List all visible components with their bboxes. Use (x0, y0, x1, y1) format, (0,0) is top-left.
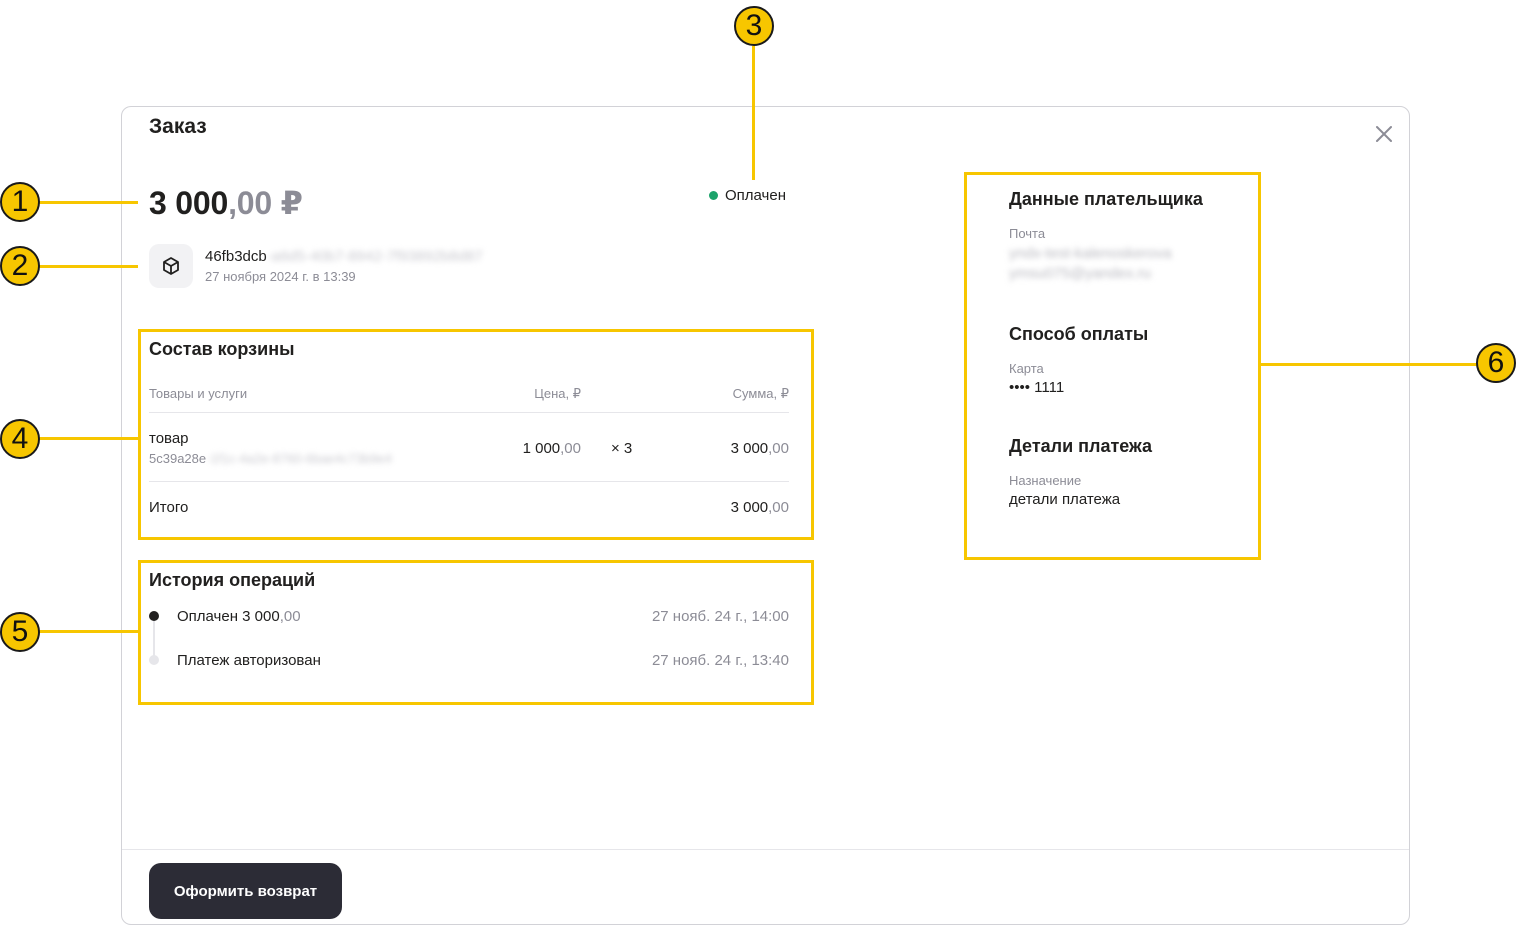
timeline-dot-icon (149, 611, 159, 621)
modal-title: Заказ (149, 115, 207, 138)
callout-line-6 (1261, 363, 1477, 366)
order-id[interactable]: 46fb3dcb-a6d5-40b7-8942-7f93892b8d87 (205, 248, 483, 265)
status-dot-icon (709, 191, 718, 200)
callout-line-3 (752, 46, 755, 180)
callout-line-4 (38, 437, 138, 440)
callout-badge-4: 4 (0, 419, 40, 459)
status-label: Оплачен (725, 187, 786, 204)
order-date: 27 ноября 2024 г. в 13:39 (205, 269, 356, 284)
refund-button[interactable]: Оформить возврат (149, 863, 342, 919)
highlight-cart (138, 329, 814, 540)
order-icon-box (149, 244, 193, 288)
order-info: 46fb3dcb-a6d5-40b7-8942-7f93892b8d87 27 … (149, 244, 483, 288)
amount-whole: 3 000 (149, 185, 229, 221)
timeline-dot-icon (149, 655, 159, 665)
status-badge: Оплачен (709, 187, 786, 204)
close-icon (1376, 126, 1392, 142)
callout-badge-6: 6 (1476, 343, 1516, 383)
callout-badge-5: 5 (0, 612, 40, 652)
callout-line-2 (38, 265, 138, 268)
amount-fraction: ,00 ₽ (228, 185, 303, 221)
highlight-history (138, 560, 814, 705)
callout-badge-2: 2 (0, 246, 40, 286)
order-amount: 3 000,00 ₽ (149, 184, 303, 222)
callout-line-1 (38, 201, 138, 204)
order-id-visible: 46fb3dcb (205, 248, 267, 265)
highlight-payer (964, 172, 1261, 560)
cube-icon (163, 257, 179, 275)
modal-footer: Оформить возврат (122, 849, 1409, 919)
order-id-hidden: -a6d5-40b7-8942-7f93892b8d87 (266, 248, 483, 265)
close-button[interactable] (1373, 123, 1395, 145)
callout-badge-3: 3 (734, 6, 774, 46)
callout-badge-1: 1 (0, 182, 40, 222)
callout-line-5 (38, 630, 138, 633)
